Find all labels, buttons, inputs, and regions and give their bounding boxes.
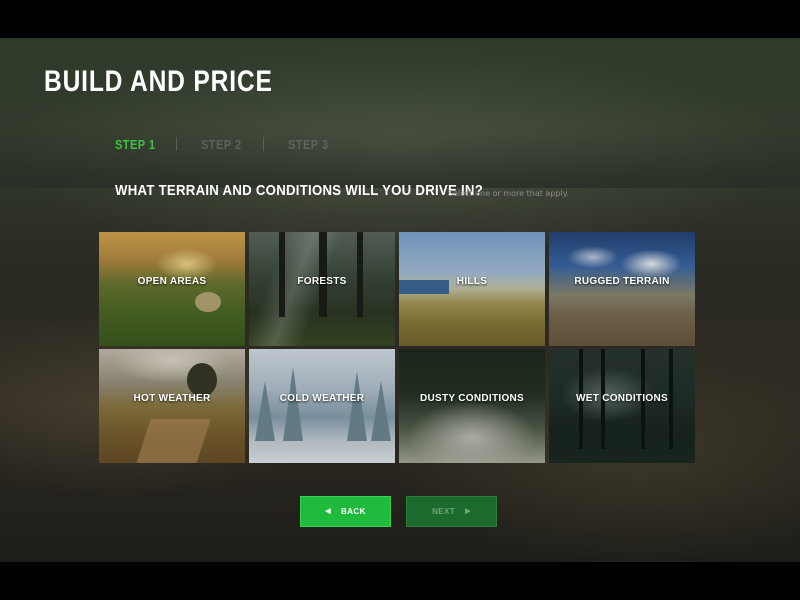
back-button[interactable]: ◀ BACK — [300, 496, 391, 527]
terrain-tile-dusty-conditions[interactable]: DUSTY CONDITIONS — [399, 349, 545, 463]
terrain-tile-rugged-terrain[interactable]: RUGGED TERRAIN — [549, 232, 695, 346]
terrain-tile-hot-weather[interactable]: HOT WEATHER — [99, 349, 245, 463]
tile-label: HILLS — [456, 276, 488, 287]
letterbox-top — [0, 0, 800, 38]
next-button-label: NEXT — [432, 507, 456, 516]
question-heading: WHAT TERRAIN AND CONDITIONS WILL YOU DRI… — [115, 182, 484, 199]
next-button[interactable]: NEXT ▶ — [406, 496, 497, 527]
step-1[interactable]: STEP 1 — [115, 136, 155, 154]
tile-label: COLD WEATHER — [279, 393, 365, 404]
step-2[interactable]: STEP 2 — [201, 136, 241, 154]
step-divider — [263, 137, 264, 151]
tile-label: DUSTY CONDITIONS — [419, 393, 525, 404]
tile-label: WET CONDITIONS — [576, 393, 668, 404]
tile-label: RUGGED TERRAIN — [574, 276, 670, 287]
question-hint: Select one or more that apply. — [448, 189, 569, 198]
terrain-tile-forests[interactable]: FORESTS — [249, 232, 395, 346]
step-divider — [176, 137, 177, 151]
tile-label: FORESTS — [297, 276, 347, 287]
back-button-label: BACK — [341, 507, 366, 516]
arrow-left-icon: ◀ — [325, 507, 332, 515]
terrain-tile-wet-conditions[interactable]: WET CONDITIONS — [549, 349, 695, 463]
tile-label: OPEN AREAS — [137, 276, 207, 287]
background-landscape: BUILD AND PRICE STEP 1 STEP 2 STEP 3 WHA… — [0, 38, 800, 562]
terrain-tile-open-areas[interactable]: OPEN AREAS — [99, 232, 245, 346]
step-3[interactable]: STEP 3 — [288, 136, 328, 154]
letterbox-bottom — [0, 562, 800, 600]
arrow-right-icon: ▶ — [465, 507, 471, 515]
terrain-tile-hills[interactable]: HILLS — [399, 232, 545, 346]
terrain-tile-cold-weather[interactable]: COLD WEATHER — [249, 349, 395, 463]
tile-label: HOT WEATHER — [133, 393, 211, 404]
page-title: BUILD AND PRICE — [44, 65, 273, 98]
